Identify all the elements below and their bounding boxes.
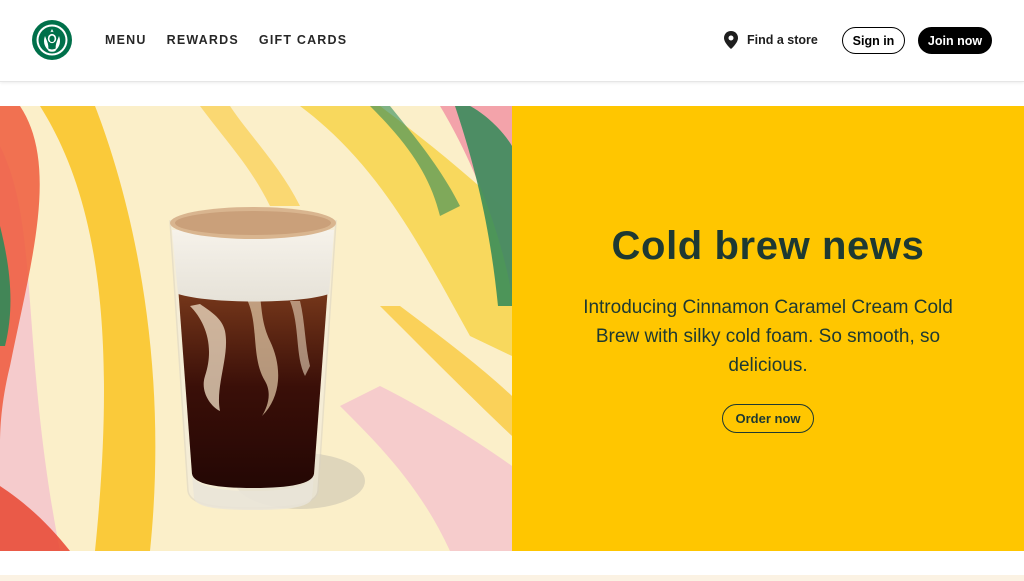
hero-description: Introducing Cinnamon Caramel Cream Cold … <box>583 297 953 376</box>
hero-banner: Cold brew news Introducing Cinnamon Cara… <box>0 106 1024 551</box>
hero-content-panel: Cold brew news Introducing Cinnamon Cara… <box>512 106 1024 551</box>
join-now-button[interactable]: Join now <box>918 27 992 54</box>
starbucks-logo[interactable] <box>32 20 72 60</box>
nav-menu[interactable]: MENU <box>105 33 147 47</box>
siren-logo-icon <box>32 20 72 60</box>
hero-title: Cold brew news <box>611 224 925 268</box>
find-store-label: Find a store <box>747 33 818 47</box>
hero-image <box>0 106 512 551</box>
site-header: MENU REWARDS GIFT CARDS Find a store Sig… <box>0 0 1024 82</box>
order-now-button[interactable]: Order now <box>722 404 814 433</box>
cold-brew-glass-image <box>0 106 512 551</box>
nav-gift-cards[interactable]: GIFT CARDS <box>259 33 347 47</box>
nav-rewards[interactable]: REWARDS <box>167 33 239 47</box>
find-a-store-link[interactable]: Find a store <box>724 31 818 49</box>
next-section-edge <box>0 575 1024 581</box>
primary-nav: MENU REWARDS GIFT CARDS <box>105 33 347 47</box>
location-pin-icon <box>724 31 738 49</box>
sign-in-button[interactable]: Sign in <box>842 27 905 54</box>
